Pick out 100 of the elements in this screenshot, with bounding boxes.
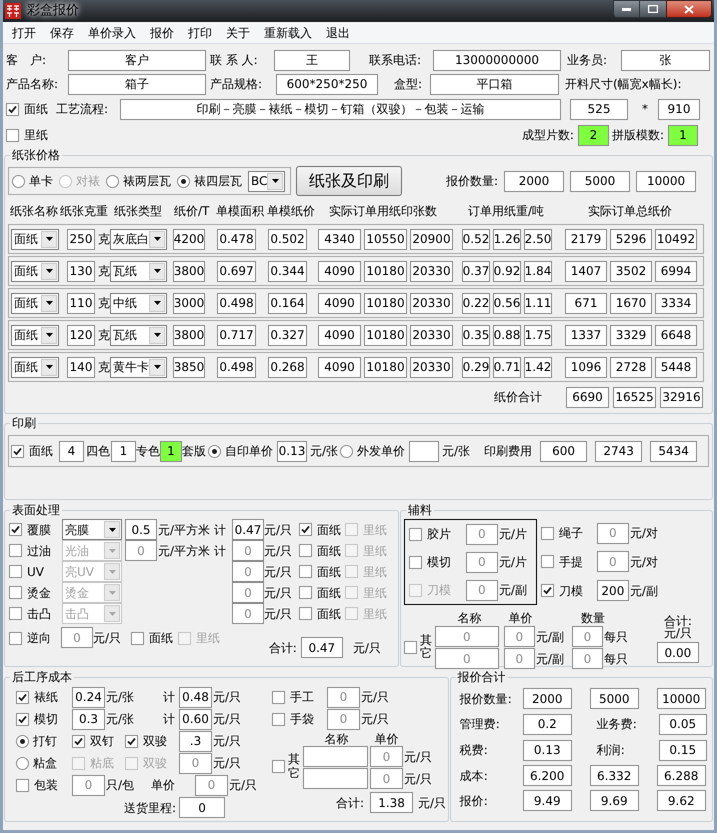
checkbox[interactable]: 面纸	[299, 542, 345, 560]
input-field[interactable]: 0.268	[268, 356, 307, 378]
input-field[interactable]: 32916	[660, 386, 703, 408]
input-field[interactable]: 0.498	[217, 292, 256, 314]
menu-item[interactable]: 重新载入	[257, 24, 319, 42]
checkbox[interactable]: 模切	[408, 553, 466, 571]
input-field[interactable]: 0.13	[522, 740, 572, 760]
input-field[interactable]: 1.38	[370, 792, 414, 813]
input-field[interactable]: 0.164	[268, 292, 307, 314]
input-field[interactable]: 1.75	[524, 324, 552, 346]
checkbox[interactable]: 面纸	[299, 562, 345, 580]
input-field[interactable]: 0.13	[277, 440, 307, 462]
input-field[interactable]: 4340	[318, 228, 361, 250]
checkbox[interactable]: 击凸	[9, 604, 62, 622]
checkbox[interactable]: 双钉	[72, 732, 125, 750]
dropdown[interactable]: 面纸	[11, 228, 59, 250]
checkbox[interactable]: 刀模	[540, 582, 597, 600]
input-field[interactable]: 0.00	[656, 642, 699, 663]
input-field[interactable]: 6.332	[590, 765, 639, 786]
input-field[interactable]: 客户	[68, 50, 206, 70]
input-field[interactable]: 20330	[410, 292, 453, 314]
input-field[interactable]: 3334	[655, 292, 697, 314]
checkbox[interactable]: 胶片	[408, 525, 466, 543]
input-field[interactable]: 0.24	[72, 686, 105, 708]
input-field[interactable]: 2743	[595, 440, 642, 462]
menu-item[interactable]: 关于	[219, 24, 257, 42]
input-field[interactable]: 0.697	[217, 260, 256, 282]
dropdown[interactable]: 瓦纸	[110, 260, 167, 282]
checkbox[interactable]: 手提	[540, 552, 597, 571]
input-field[interactable]: 0.502	[268, 228, 307, 250]
checkbox[interactable]: 包装	[16, 776, 72, 794]
minimize-button[interactable]	[613, 0, 640, 18]
input-field[interactable]: 1.11	[524, 292, 552, 314]
input-field[interactable]: 10180	[364, 356, 407, 378]
input-field[interactable]: 9.69	[590, 790, 639, 811]
input-field[interactable]: 0.15	[658, 740, 707, 760]
maximize-button[interactable]	[640, 0, 666, 18]
input-field[interactable]: 0.5	[125, 519, 157, 540]
input-field[interactable]: 10000	[656, 688, 706, 709]
checkbox[interactable]: 面纸	[299, 604, 345, 622]
input-field[interactable]: 0.05	[658, 714, 707, 734]
checkbox[interactable]: 里纸	[6, 126, 48, 144]
input-field[interactable]: 0.22	[462, 292, 490, 314]
input-field[interactable]: 5296	[610, 228, 652, 250]
input-field[interactable]: 2000	[522, 688, 572, 709]
input-field[interactable]: 0.498	[217, 356, 256, 378]
input-field[interactable]: 0.344	[268, 260, 307, 282]
dropdown[interactable]: 面纸	[11, 292, 59, 314]
checkbox[interactable]: 过油	[9, 542, 62, 560]
menu-item[interactable]: 保存	[43, 24, 81, 42]
input-field[interactable]: 1	[111, 440, 136, 462]
input-field[interactable]: 0.71	[493, 356, 521, 378]
input-field[interactable]: 0.88	[493, 324, 521, 346]
input-field[interactable]: 4200	[173, 228, 205, 250]
input-field[interactable]: 1.42	[524, 356, 552, 378]
input-field[interactable]: 0.717	[217, 324, 256, 346]
input-field[interactable]: 10180	[364, 260, 407, 282]
checkbox[interactable]	[404, 640, 417, 654]
checkbox[interactable]: 手工	[272, 688, 327, 706]
menu-item[interactable]: 退出	[319, 24, 357, 42]
input-field[interactable]: 2728	[610, 356, 652, 378]
input-field[interactable]: 3800	[173, 260, 205, 282]
input-field[interactable]: 0.3	[72, 708, 105, 730]
input-field[interactable]	[303, 746, 368, 767]
input-field[interactable]: 13000000000	[433, 50, 561, 70]
checkbox[interactable]: 面纸	[11, 442, 53, 460]
input-field[interactable]: 0	[179, 797, 226, 818]
dropdown[interactable]: 黄牛卡	[110, 356, 167, 378]
input-field[interactable]: 5448	[655, 356, 697, 378]
input-field[interactable]: 2000	[504, 170, 564, 192]
input-field[interactable]: 130	[67, 260, 95, 282]
checkbox[interactable]: 面纸	[131, 629, 178, 647]
dropdown[interactable]: 面纸	[11, 324, 59, 346]
input-field[interactable]: 0.35	[462, 324, 490, 346]
input-field[interactable]: 0.47	[300, 637, 343, 658]
input-field[interactable]: 1	[668, 124, 698, 146]
close-button[interactable]	[666, 0, 712, 18]
radio-button[interactable]: 打钉	[16, 732, 72, 750]
input-field[interactable]: 250	[67, 228, 95, 250]
dropdown[interactable]: BC	[248, 170, 285, 192]
input-field[interactable]: 120	[67, 324, 95, 346]
input-field[interactable]: 20330	[410, 260, 453, 282]
checkbox[interactable]: 模切	[16, 710, 72, 728]
paper-print-button[interactable]: 纸张及印刷	[296, 166, 402, 196]
menu-item[interactable]: 单价录入	[81, 24, 143, 42]
input-field[interactable]: 1.84	[524, 260, 552, 282]
input-field[interactable]: 200	[596, 580, 629, 602]
input-field[interactable]: 印刷－亮膜－裱纸－模切－钉箱（双骏）－包装－运输	[120, 98, 561, 120]
input-field[interactable]: 4	[59, 440, 84, 462]
checkbox[interactable]: 覆膜	[9, 520, 62, 538]
checkbox[interactable]	[272, 760, 285, 773]
checkbox[interactable]: 烫金	[9, 584, 62, 602]
input-field[interactable]: 3502	[610, 260, 652, 282]
input-field[interactable]: 0.47	[232, 519, 264, 540]
input-field[interactable]: 3800	[173, 324, 205, 346]
checkbox[interactable]: 面纸	[299, 584, 345, 602]
input-field[interactable]: 140	[67, 356, 95, 378]
input-field[interactable]: 5000	[570, 170, 630, 192]
input-field[interactable]: 600	[540, 440, 588, 462]
input-field[interactable]: 600*250*250	[276, 74, 378, 94]
